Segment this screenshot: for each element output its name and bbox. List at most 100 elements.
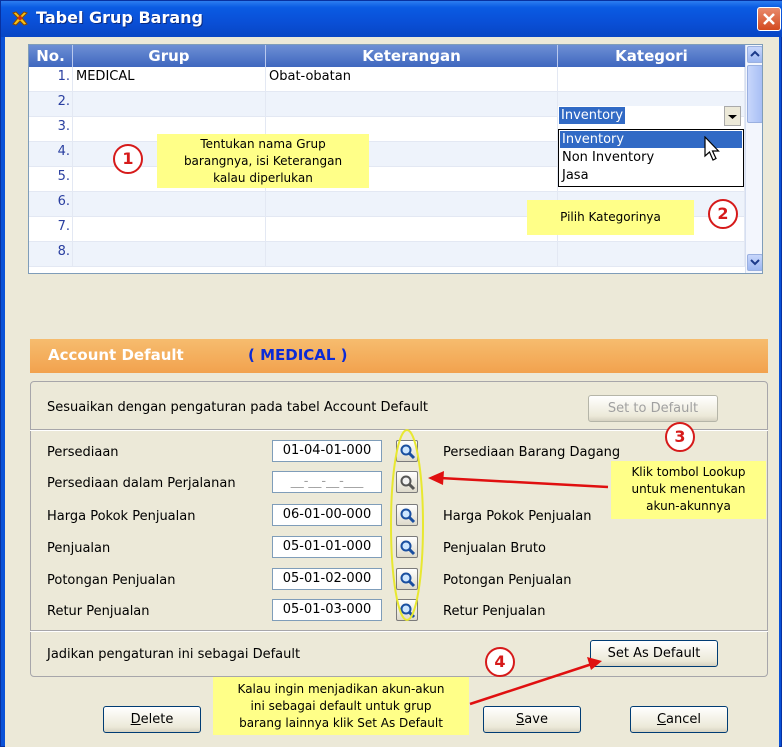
grid-scrollbar[interactable] <box>745 45 762 273</box>
instruction-text: Sesuaikan dengan pengaturan pada tabel A… <box>47 400 429 415</box>
callout-4-line: ini sebagai default untuk grup <box>250 699 432 713</box>
account-label: Persediaan <box>47 445 119 460</box>
title-bar[interactable]: Tabel Grup Barang <box>1 1 782 37</box>
callout-1-line: barangnya, isi Keterangan <box>183 154 343 168</box>
scroll-down-button[interactable] <box>747 254 762 271</box>
account-default-panel <box>30 381 768 677</box>
save-label: ave <box>524 712 548 727</box>
row-number: 4. <box>29 142 73 167</box>
grid-header: No. Grup Keterangan Kategori <box>29 45 745 67</box>
callout-1-line: kalau diperlukan <box>213 171 313 185</box>
step-badge-4: 4 <box>485 647 515 677</box>
account-name: Persediaan Barang Dagang <box>443 445 621 460</box>
row-number: 8. <box>29 242 73 267</box>
account-code-field[interactable]: 05-01-01-000 <box>272 536 382 558</box>
grup-cell[interactable] <box>73 217 266 242</box>
scroll-down-icon <box>750 259 760 266</box>
account-label: Persediaan dalam Perjalanan <box>47 476 236 491</box>
kategori-option[interactable]: Jasa <box>560 167 742 184</box>
close-button[interactable] <box>757 7 781 31</box>
col-header-no[interactable]: No. <box>29 45 73 67</box>
scroll-thumb[interactable] <box>747 65 762 123</box>
account-name: Harga Pokok Penjualan <box>443 509 592 524</box>
search-icon <box>400 444 416 460</box>
scroll-up-button[interactable] <box>747 46 762 63</box>
cancel-button[interactable]: Cancel <box>630 706 728 733</box>
account-label: Potongan Penjualan <box>47 573 176 588</box>
keterangan-cell[interactable]: Obat-obatan <box>266 67 558 92</box>
row-number: 7. <box>29 217 73 242</box>
set-to-default-button[interactable]: Set to Default <box>588 395 718 422</box>
account-code-field[interactable]: 05-01-03-000 <box>272 599 382 621</box>
callout-note-1: Tentukan nama Grup barangnya, isi Ketera… <box>157 134 369 188</box>
mouse-cursor-icon <box>704 136 720 161</box>
app-icon <box>12 11 28 26</box>
delete-button[interactable]: Delete <box>103 706 201 733</box>
account-code-field[interactable]: __-__-__-___ <box>272 471 382 493</box>
keterangan-cell[interactable] <box>266 242 558 267</box>
keterangan-cell[interactable] <box>266 217 558 242</box>
account-code-field[interactable]: 06-01-00-000 <box>272 504 382 526</box>
keterangan-cell[interactable] <box>266 192 558 217</box>
kategori-cell[interactable] <box>558 67 745 92</box>
account-label: Penjualan <box>47 541 111 556</box>
search-icon <box>400 508 416 524</box>
cancel-mnemonic: C <box>656 712 667 727</box>
keterangan-cell[interactable] <box>266 92 558 117</box>
divider <box>30 630 768 632</box>
callout-3-line: akun-akunnya <box>646 499 731 513</box>
table-row[interactable]: 1. MEDICAL Obat-obatan <box>29 67 745 92</box>
callout-1-line: Tentukan nama Grup <box>200 137 326 151</box>
account-label: Retur Penjualan <box>47 604 150 619</box>
callout-note-4: Kalau ingin menjadikan akun-akun ini seb… <box>213 677 469 735</box>
row-number: 1. <box>29 67 73 92</box>
step-badge-1: 1 <box>113 144 143 174</box>
account-label: Harga Pokok Penjualan <box>47 509 196 524</box>
cancel-label: ancel <box>666 712 702 727</box>
save-button[interactable]: Save <box>483 706 581 733</box>
delete-label: elete <box>140 712 174 727</box>
search-icon <box>400 475 416 491</box>
account-default-title: Account Default <box>48 346 184 364</box>
lookup-button[interactable] <box>396 568 418 590</box>
grup-cell[interactable] <box>73 242 266 267</box>
account-default-header: Account Default ( MEDICAL ) <box>30 339 768 373</box>
account-code-field[interactable]: 01-04-01-000 <box>272 440 382 462</box>
row-number: 2. <box>29 92 73 117</box>
row-number: 5. <box>29 167 73 192</box>
kategori-cell[interactable] <box>558 242 745 267</box>
account-name: Penjualan Bruto <box>443 541 546 556</box>
close-icon <box>763 13 775 25</box>
account-name: Retur Penjualan <box>443 604 546 619</box>
col-header-kategori[interactable]: Kategori <box>558 45 745 67</box>
grup-cell[interactable] <box>73 92 266 117</box>
lookup-button[interactable] <box>396 536 418 558</box>
scroll-up-icon <box>750 50 760 57</box>
step-badge-2: 2 <box>708 199 738 229</box>
search-icon <box>400 603 416 619</box>
lookup-button[interactable] <box>396 504 418 526</box>
row-number: 3. <box>29 117 73 142</box>
set-as-default-button[interactable]: Set As Default <box>590 640 718 667</box>
lookup-button[interactable] <box>396 440 418 462</box>
grup-cell[interactable]: MEDICAL <box>73 67 266 92</box>
delete-mnemonic: D <box>130 712 141 727</box>
lookup-button[interactable] <box>396 471 418 493</box>
callout-3-line: Klik tombol Lookup <box>631 465 746 479</box>
kategori-selected-value: Inventory <box>559 107 626 124</box>
grup-cell[interactable] <box>73 192 266 217</box>
col-header-keterangan[interactable]: Keterangan <box>266 45 558 67</box>
search-icon <box>400 572 416 588</box>
callout-note-3: Klik tombol Lookup untuk menentukan akun… <box>611 461 766 519</box>
account-code-field[interactable]: 05-01-02-000 <box>272 568 382 590</box>
lookup-button[interactable] <box>396 599 418 621</box>
kategori-dropdown-button[interactable] <box>724 106 741 126</box>
col-header-grup[interactable]: Grup <box>73 45 266 67</box>
account-default-group: ( MEDICAL ) <box>248 346 348 364</box>
kategori-combo[interactable]: Inventory <box>558 106 741 126</box>
search-icon <box>400 540 416 556</box>
jadikan-default-text: Jadikan pengaturan ini sebagai Default <box>47 647 301 662</box>
table-row[interactable]: 8. <box>29 242 745 267</box>
window-title: Tabel Grup Barang <box>36 8 203 27</box>
divider <box>30 429 768 431</box>
